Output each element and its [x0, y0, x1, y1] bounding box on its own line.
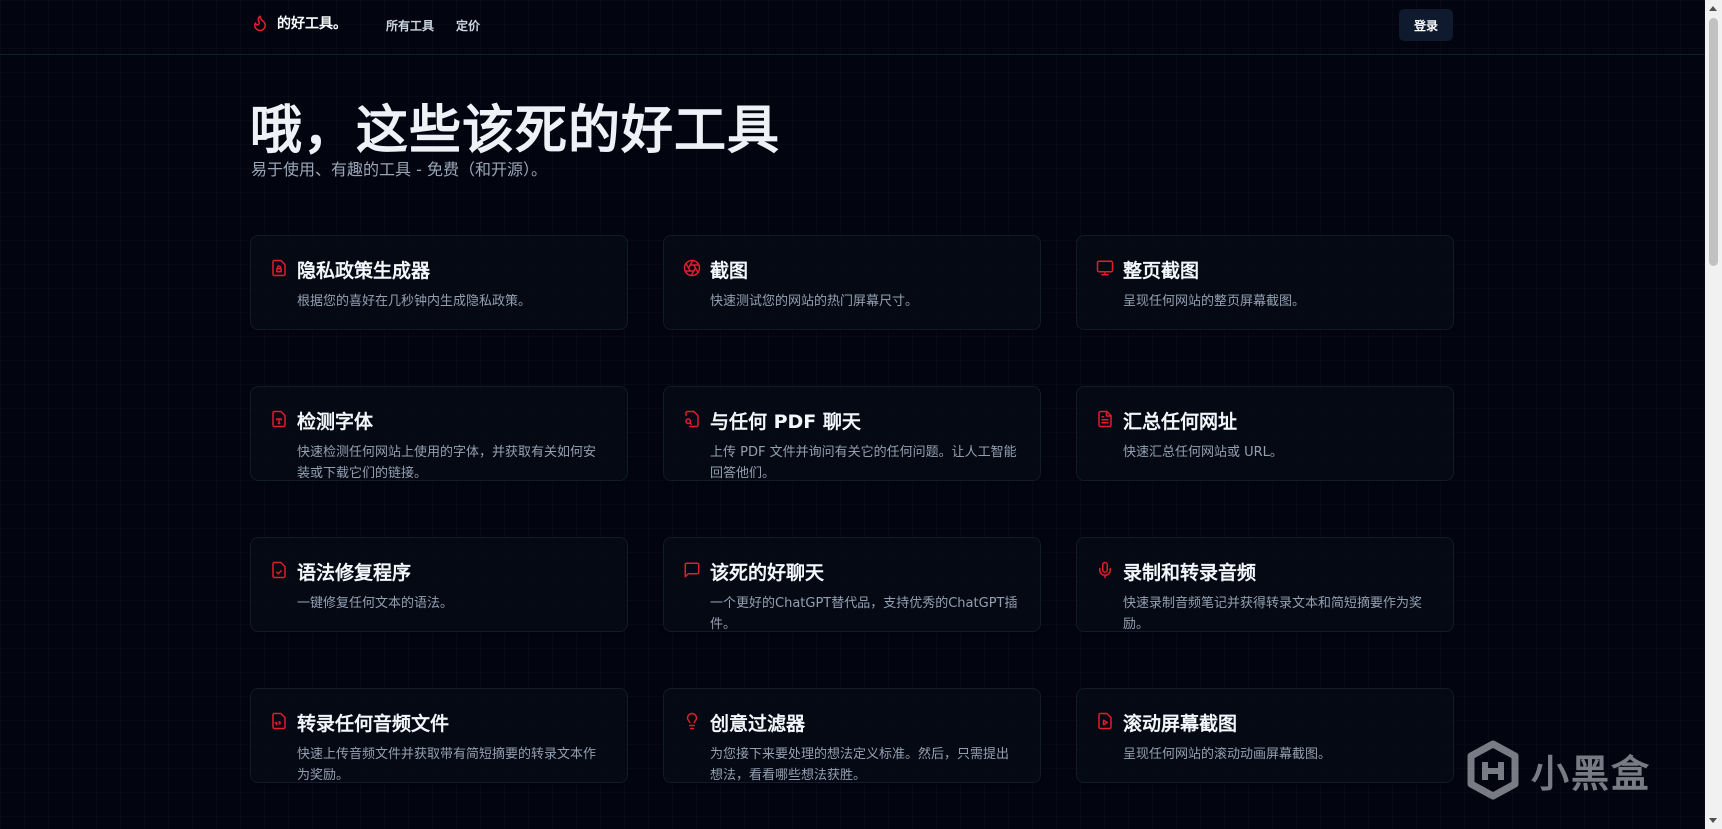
file-lock-icon	[270, 259, 288, 277]
tool-card-scrolling-screenshot[interactable]: 滚动屏幕截图 呈现任何网站的滚动动画屏幕截图。	[1076, 688, 1454, 783]
tool-card-record-audio[interactable]: 录制和转录音频 快速录制音频笔记并获得转录文本和简短摘要作为奖励。	[1076, 537, 1454, 632]
brand-name: 的好工具。	[277, 16, 347, 32]
tool-description: 快速汇总任何网站或 URL。	[1123, 445, 1283, 460]
scroll-thumb[interactable]	[1709, 18, 1718, 266]
tool-description: 一个更好的ChatGPT替代品，支持优秀的ChatGPT插件。	[710, 596, 1018, 632]
watermark-text: 小黑盒	[1531, 751, 1652, 796]
tool-card-detect-font[interactable]: 检测字体 快速检测任何网站上使用的字体，并获取有关如何安装或下载它们的链接。	[250, 386, 628, 481]
brand-logo-link[interactable]: 的好工具。	[251, 13, 347, 33]
tool-description: 快速检测任何网站上使用的字体，并获取有关如何安装或下载它们的链接。	[297, 445, 597, 481]
tool-card-full-page-screenshot[interactable]: 整页截图 呈现任何网站的整页屏幕截图。	[1076, 235, 1454, 330]
file-search-icon	[683, 410, 701, 428]
monitor-icon	[1096, 259, 1114, 277]
login-button[interactable]: 登录	[1399, 9, 1453, 41]
xiaoheihe-logo-icon	[1467, 740, 1519, 800]
scroll-down-arrow-icon[interactable]	[1705, 812, 1722, 829]
tool-title: 该死的好聊天	[710, 562, 825, 584]
microphone-icon	[1096, 561, 1114, 579]
tool-card-chat-pdf[interactable]: 与任何 PDF 聊天 上传 PDF 文件并询问有关它的任何问题。让人工智能回答他…	[663, 386, 1041, 481]
file-text-icon	[1096, 410, 1114, 428]
tool-description: 快速测试您的网站的热门屏幕尺寸。	[710, 294, 919, 309]
tool-description: 上传 PDF 文件并询问有关它的任何问题。让人工智能回答他们。	[710, 445, 1017, 481]
tool-title: 录制和转录音频	[1123, 562, 1257, 584]
tool-card-transcribe-audio[interactable]: 转录任何音频文件 快速上传音频文件并获取带有简短摘要的转录文本作为奖励。	[250, 688, 628, 783]
tool-title: 整页截图	[1123, 260, 1200, 282]
aperture-icon	[683, 259, 701, 277]
tool-description: 一键修复任何文本的语法。	[297, 596, 454, 611]
tool-description: 根据您的喜好在几秒钟内生成隐私政策。	[297, 294, 532, 309]
tool-title: 语法修复程序	[297, 562, 412, 584]
flame-icon	[254, 15, 266, 32]
tool-description: 呈现任何网站的滚动动画屏幕截图。	[1123, 747, 1332, 762]
file-audio-icon	[270, 712, 288, 730]
tool-title: 汇总任何网址	[1123, 411, 1238, 433]
vertical-scrollbar[interactable]	[1705, 0, 1722, 829]
main-nav: 所有工具 定价	[386, 17, 480, 34]
tool-title: 检测字体	[297, 411, 374, 433]
tool-card-chat[interactable]: 该死的好聊天 一个更好的ChatGPT替代品，支持优秀的ChatGPT插件。	[663, 537, 1041, 632]
tool-title: 截图	[710, 260, 749, 282]
top-navigation-bar: 的好工具。 所有工具 定价 登录	[0, 0, 1705, 55]
tool-card-privacy-policy[interactable]: 隐私政策生成器 根据您的喜好在几秒钟内生成隐私政策。	[250, 235, 628, 330]
tool-title: 与任何 PDF 聊天	[710, 411, 861, 433]
page-subtitle: 易于使用、有趣的工具 - 免费（和开源）。	[251, 160, 547, 179]
page-background: 的好工具。 所有工具 定价 登录 哦，这些该死的好工具 易于使用、有趣的工具 -…	[0, 0, 1705, 829]
tool-description: 快速录制音频笔记并获得转录文本和简短摘要作为奖励。	[1123, 596, 1423, 632]
nav-item-pricing[interactable]: 定价	[456, 17, 480, 34]
tool-title: 隐私政策生成器	[297, 260, 431, 282]
watermark: 小黑盒	[1465, 740, 1651, 800]
message-square-icon	[683, 561, 701, 579]
scroll-up-arrow-icon[interactable]	[1705, 0, 1722, 17]
file-video-icon	[1096, 712, 1114, 730]
tool-title: 转录任何音频文件	[297, 713, 450, 735]
tool-card-idea-filter[interactable]: 创意过滤器 为您接下来要处理的想法定义标准。然后，只需提出想法，看看哪些想法获胜…	[663, 688, 1041, 783]
file-type-icon	[270, 410, 288, 428]
tool-title: 创意过滤器	[710, 713, 806, 735]
tool-description: 快速上传音频文件并获取带有简短摘要的转录文本作为奖励。	[297, 747, 597, 783]
tool-card-screenshot[interactable]: 截图 快速测试您的网站的热门屏幕尺寸。	[663, 235, 1041, 330]
lightbulb-icon	[683, 712, 701, 730]
tool-card-grammar-fixer[interactable]: 语法修复程序 一键修复任何文本的语法。	[250, 537, 628, 632]
file-check-icon	[270, 561, 288, 579]
nav-item-all-tools[interactable]: 所有工具	[386, 17, 434, 34]
tool-description: 呈现任何网站的整页屏幕截图。	[1123, 294, 1306, 309]
tool-card-summarize-url[interactable]: 汇总任何网址 快速汇总任何网站或 URL。	[1076, 386, 1454, 481]
tool-description: 为您接下来要处理的想法定义标准。然后，只需提出想法，看看哪些想法获胜。	[710, 747, 1010, 783]
page-title: 哦，这些该死的好工具	[250, 101, 781, 161]
tool-title: 滚动屏幕截图	[1123, 713, 1238, 735]
